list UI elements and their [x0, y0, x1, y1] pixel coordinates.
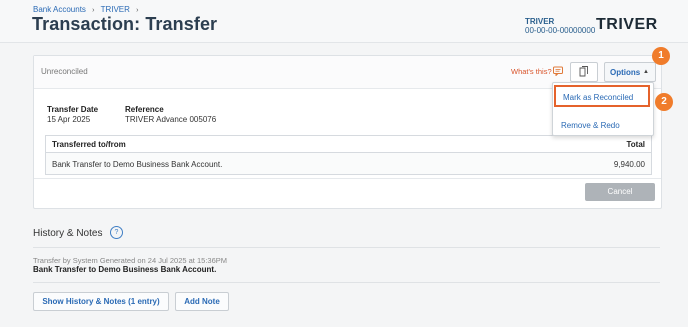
transfer-date-value: 15 Apr 2025	[47, 115, 91, 124]
transfer-table: Transferred to/from Total Bank Transfer …	[45, 135, 652, 175]
whats-this-link[interactable]: What's this?	[511, 67, 552, 76]
page-header: Bank Accounts › TRIVER › Transaction: Tr…	[0, 0, 688, 43]
transfer-date-label: Transfer Date	[47, 105, 99, 114]
column-header-transferred: Transferred to/from	[52, 140, 126, 149]
step-marker-1: 1	[652, 47, 670, 65]
copy-icon	[579, 66, 588, 77]
menu-item-label: Mark as Reconciled	[563, 93, 634, 102]
caret-up-icon: ▲	[643, 69, 649, 75]
reconcile-status: Unreconciled	[41, 67, 88, 76]
options-button[interactable]: Options ▲	[604, 62, 656, 82]
whats-this-icon[interactable]	[553, 66, 563, 76]
breadcrumb-triver[interactable]: TRIVER	[101, 5, 130, 14]
step-marker-2: 2	[655, 93, 673, 111]
menu-item-remove-redo[interactable]: Remove & Redo	[553, 113, 653, 135]
help-icon[interactable]: ?	[110, 226, 123, 239]
divider	[33, 282, 660, 283]
history-entry-description: Bank Transfer to Demo Business Bank Acco…	[33, 265, 217, 274]
menu-item-label: Remove & Redo	[561, 121, 620, 130]
transfer-date-field: Transfer Date 15 Apr 2025	[47, 105, 98, 124]
show-history-button[interactable]: Show History & Notes (1 entry)	[33, 292, 169, 311]
column-header-total: Total	[626, 140, 645, 149]
breadcrumb-bank-accounts[interactable]: Bank Accounts	[33, 5, 86, 14]
org-name: TRIVER	[525, 17, 555, 26]
reference-label: Reference	[125, 105, 164, 114]
table-row: Bank Transfer to Demo Business Bank Acco…	[46, 153, 651, 174]
row-description: Bank Transfer to Demo Business Bank Acco…	[52, 160, 223, 169]
org-account-number: 00-00-00-00000000	[525, 26, 596, 35]
reference-value: TRIVER Advance 005076	[125, 115, 217, 124]
table-header: Transferred to/from Total	[46, 136, 651, 153]
row-total: 9,940.00	[613, 160, 645, 169]
menu-item-mark-as-reconciled[interactable]: Mark as Reconciled	[554, 85, 650, 107]
triver-logo: TRIVER	[596, 16, 658, 33]
copy-button[interactable]	[570, 62, 598, 82]
options-label: Options	[610, 68, 641, 77]
breadcrumb-separator: ›	[92, 7, 95, 14]
page-title: Transaction: Transfer	[32, 14, 218, 34]
add-note-button[interactable]: Add Note	[175, 292, 229, 311]
breadcrumb: Bank Accounts › TRIVER ›	[33, 5, 143, 14]
history-entry-meta: Transfer by System Generated on 24 Jul 2…	[33, 256, 227, 265]
options-dropdown-menu: Mark as Reconciled Remove & Redo	[552, 82, 654, 136]
cancel-button[interactable]: Cancel	[585, 183, 655, 201]
divider	[33, 247, 660, 248]
breadcrumb-separator: ›	[136, 7, 139, 14]
reference-field: Reference TRIVER Advance 005076	[125, 105, 216, 124]
history-notes-heading: History & Notes	[33, 228, 103, 239]
transaction-footer: Cancel	[34, 178, 661, 209]
